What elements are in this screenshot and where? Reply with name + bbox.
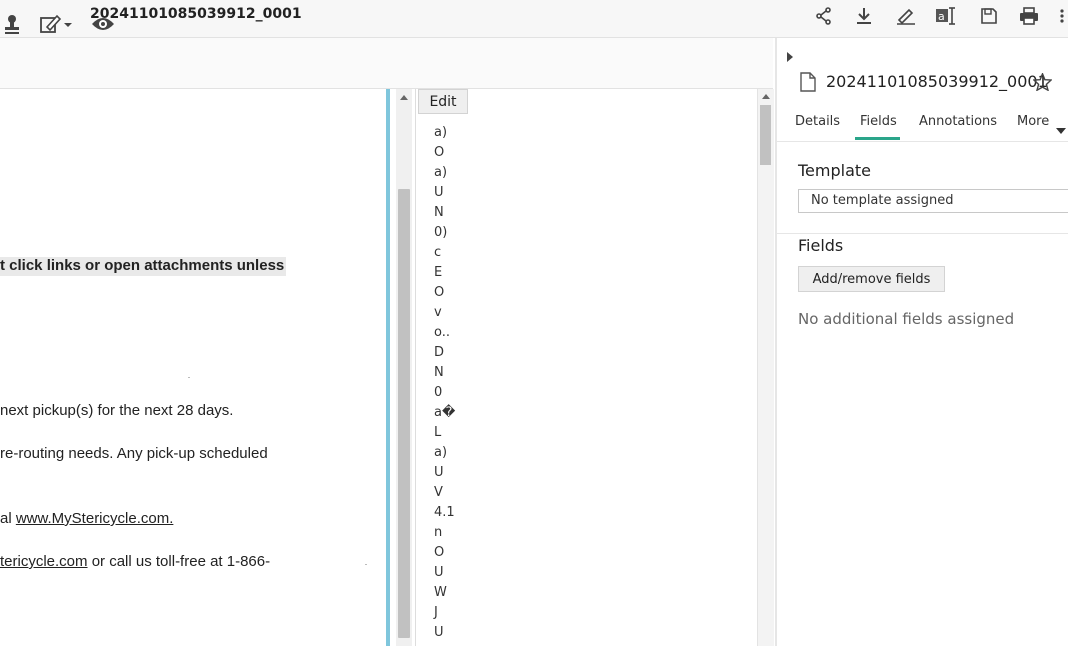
ocr-text-line: 4.1 — [434, 505, 455, 520]
ocr-text-line: W — [434, 585, 447, 600]
add-remove-fields-button[interactable]: Add/remove fields — [798, 266, 945, 292]
text-fragment: or call us toll-free at 1-866- — [87, 553, 271, 570]
ocr-text-line: O — [434, 545, 445, 560]
print-icon[interactable] — [1017, 4, 1041, 28]
active-tab-indicator — [855, 137, 900, 140]
ocr-text-line: U — [434, 625, 444, 640]
text-fragment: al — [0, 510, 16, 527]
tab-details[interactable]: Details — [795, 114, 840, 129]
ocr-text-icon[interactable]: a — [934, 4, 958, 28]
chevron-down-icon[interactable] — [1056, 120, 1066, 139]
ocr-text-line: O — [434, 285, 445, 300]
fields-heading: Fields — [798, 236, 844, 255]
ocr-text-line: U — [434, 185, 444, 200]
ocr-text-line: 0 — [434, 385, 443, 400]
tab-more[interactable]: More — [1017, 114, 1049, 129]
template-select[interactable]: No template assigned — [798, 189, 1068, 213]
ocr-text-line: J — [434, 605, 438, 620]
scroll-up-arrow-icon[interactable] — [400, 95, 408, 100]
document-text-line: re-routing needs. Any pick-up scheduled — [0, 445, 268, 462]
section-divider — [777, 233, 1068, 234]
document-title: 20241101085039912_0001 — [90, 6, 302, 22]
ocr-text-line: o.. — [434, 325, 450, 340]
tab-annotations[interactable]: Annotations — [919, 114, 997, 129]
ocr-text-line: a) — [434, 165, 448, 180]
ocr-text-line: n — [434, 525, 443, 540]
ocr-text-line: O — [434, 145, 445, 160]
save-icon[interactable] — [977, 4, 1001, 28]
star-icon[interactable] — [1032, 71, 1053, 95]
document-scrollbar[interactable] — [396, 89, 412, 646]
stericycle-email-link[interactable]: tericycle.com — [0, 553, 88, 570]
document-text-line: t click links or open attachments unless — [0, 257, 287, 276]
ocr-text-line: a� — [434, 405, 456, 420]
download-icon[interactable] — [852, 4, 876, 28]
panel-divider[interactable] — [386, 89, 390, 646]
ocr-text-line: U — [434, 565, 444, 580]
text-panel-scrollbar[interactable] — [757, 89, 774, 646]
stericycle-link[interactable]: www.MyStericycle.com. — [16, 510, 174, 527]
ocr-text-line: a) — [434, 445, 448, 460]
ocr-text-line: D — [434, 345, 445, 360]
panel-file-title: 20241101085039912_0001 — [826, 72, 1048, 91]
scan-speck — [188, 377, 190, 378]
tabs-divider — [777, 141, 1068, 142]
ocr-text-line: L — [434, 425, 442, 440]
no-fields-message: No additional fields assigned — [798, 310, 1015, 328]
ocr-text-line: U — [434, 465, 444, 480]
ocr-text-list: a) Oa) U N 0) c E Ov o.. D N 0 a� La) U V 4.1 n O U W J U — [434, 124, 455, 644]
ocr-text-line: E — [434, 265, 443, 280]
template-heading: Template — [798, 161, 872, 180]
document-text-line: al www.MyStericycle.com. — [0, 510, 173, 527]
more-vertical-icon[interactable] — [1056, 4, 1068, 28]
file-icon — [800, 72, 816, 96]
svg-text:a: a — [938, 10, 945, 23]
scrollbar-thumb[interactable] — [398, 189, 410, 638]
ocr-text-line: a) — [434, 125, 448, 140]
stamp-icon[interactable] — [3, 12, 21, 36]
share-icon[interactable] — [812, 4, 836, 28]
document-text-line: tericycle.com or call us toll-free at 1-… — [0, 553, 270, 570]
ocr-text-line: N — [434, 365, 444, 380]
highlighted-text: t click links or open attachments unless — [0, 257, 287, 276]
document-toolbar — [0, 38, 773, 89]
sign-icon[interactable] — [894, 4, 918, 28]
edit-annotation-icon[interactable] — [38, 12, 74, 36]
ocr-text-panel — [415, 89, 761, 646]
ocr-text-line: V — [434, 485, 443, 500]
ocr-text-line: v — [434, 305, 442, 320]
properties-panel — [775, 38, 1068, 646]
ocr-text-line: 0) — [434, 225, 448, 240]
collapse-panel-icon[interactable] — [786, 48, 794, 67]
ocr-text-line: N — [434, 205, 444, 220]
scrollbar-thumb[interactable] — [760, 105, 771, 165]
tab-fields[interactable]: Fields — [860, 114, 897, 129]
eye-icon[interactable] — [90, 12, 116, 36]
edit-button[interactable]: Edit — [418, 89, 468, 114]
scroll-up-arrow-icon[interactable] — [762, 94, 770, 99]
ocr-text-line: c — [434, 245, 442, 260]
document-page: t click links or open attachments unless… — [0, 89, 386, 646]
scan-speck — [365, 564, 367, 565]
document-text-line: next pickup(s) for the next 28 days. — [0, 402, 234, 419]
